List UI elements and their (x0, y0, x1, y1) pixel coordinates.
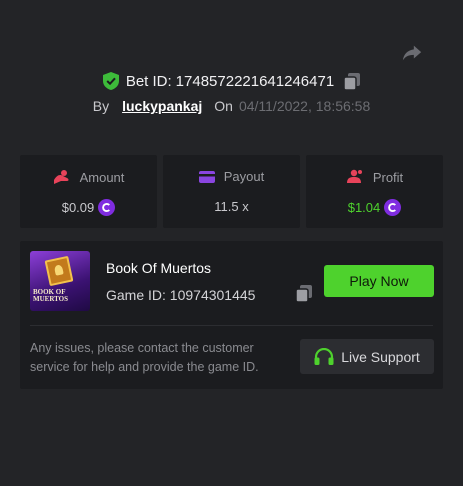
bet-id-label: Bet ID: (125, 72, 172, 90)
profit-label: Profit (372, 169, 404, 185)
share-icon[interactable] (401, 42, 423, 64)
game-name: Book Of Muertos (106, 260, 212, 276)
amount-label: Amount (79, 169, 125, 185)
payout-icon (198, 170, 215, 183)
amount-icon (53, 170, 69, 184)
game-id-line: Game ID: 10974301445 (106, 287, 255, 303)
game-card: BOOK OF MUERTOS Book Of Muertos Game ID:… (20, 241, 443, 389)
bet-datetime: 04/11/2022, 18:56:58 (238, 98, 371, 114)
payout-card: Payout 11.5 x (163, 155, 300, 228)
bet-id-line: Bet ID: 1748572221641246471 (0, 72, 463, 90)
game-thumbnail[interactable]: BOOK OF MUERTOS (30, 251, 90, 311)
payout-label: Payout (223, 169, 265, 184)
live-support-label: Live Support (341, 348, 420, 365)
coin-icon (98, 199, 116, 216)
play-now-button[interactable]: Play Now (324, 265, 434, 297)
copy-icon[interactable] (344, 72, 361, 90)
profit-card: Profit $1.04 (306, 155, 443, 228)
live-support-button[interactable]: Live Support (300, 339, 434, 374)
amount-value: $0.09 (61, 200, 95, 215)
book-icon (44, 255, 74, 287)
on-label: On (214, 98, 233, 114)
divider (30, 325, 433, 326)
headset-icon (314, 347, 334, 365)
by-label: By (92, 98, 110, 114)
shield-check-icon (102, 72, 119, 90)
amount-card: Amount $0.09 (20, 155, 157, 228)
game-id-value: 10974301445 (169, 287, 256, 303)
game-id-label: Game ID: (106, 287, 166, 303)
copy-icon[interactable] (296, 285, 312, 302)
username-link[interactable]: luckypankaj (122, 98, 202, 114)
game-thumbnail-title: BOOK OF MUERTOS (33, 288, 69, 303)
profit-value: $1.04 (347, 200, 381, 215)
bet-meta-line: By luckypankaj On 04/11/2022, 18:56:58 (0, 98, 463, 114)
support-message: Any issues, please contact the customer … (30, 341, 259, 374)
payout-value: 11.5 x (214, 199, 249, 214)
profit-icon (346, 169, 362, 183)
coin-icon (384, 199, 402, 216)
bet-id-value: 1748572221641246471 (175, 72, 335, 90)
